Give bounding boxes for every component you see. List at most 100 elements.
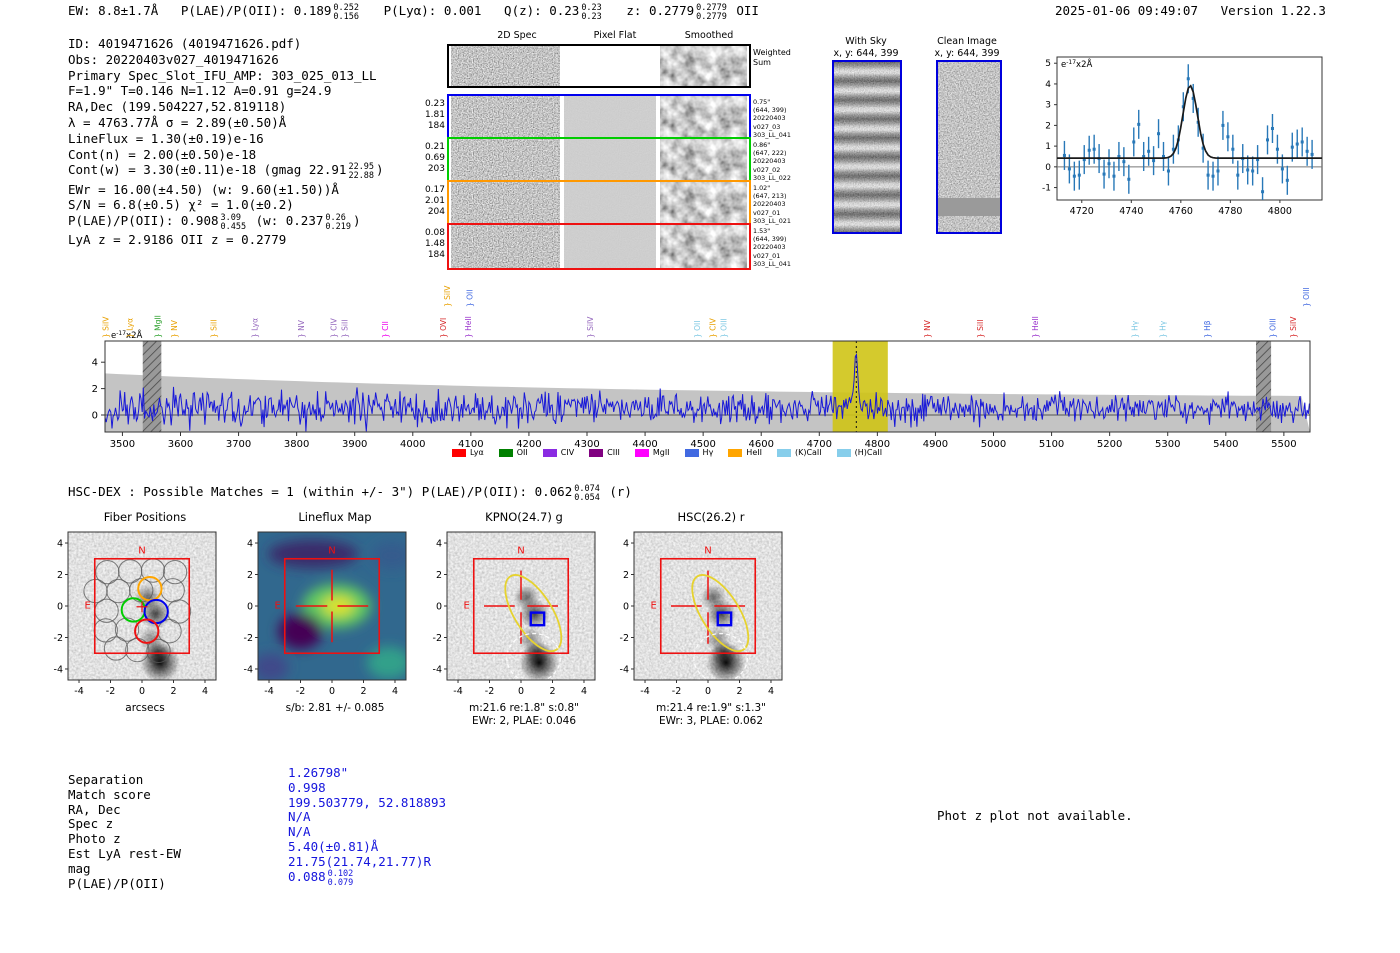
cutout-panel-hsc: HSC(26.2) r N E -4 -4 -2 -2 0 0 2 2 4 4 m:21.4 re:1.9… xyxy=(596,510,806,728)
report-version: Version 1.22.3 xyxy=(1220,3,1326,18)
line-marker-label: } CIV xyxy=(330,317,339,338)
with-sky-stamp xyxy=(832,60,902,234)
spec2d-source-blob xyxy=(492,54,526,76)
svg-text:2: 2 xyxy=(549,686,555,697)
plae-poii-value: P(LAE)/P(OII): 0.189 xyxy=(180,3,332,18)
cutout-panel-lineflux: Lineflux Map N E -4 -4 -2 -2 0 0 2 2 4 4 s/b: 2.81 +/… xyxy=(220,510,430,715)
svg-text:4780: 4780 xyxy=(1218,206,1242,217)
info-obs: Obs: 20220403v027_4019471626 xyxy=(68,51,279,67)
masked-region xyxy=(1255,341,1272,432)
spec2d-row-weights: 0.21 0.69 203 xyxy=(424,142,445,174)
legend-swatch xyxy=(542,448,557,457)
match-row-value: 21.75(21.74,21.77)R xyxy=(288,853,431,869)
compass-east: E xyxy=(464,600,470,611)
svg-text:5000: 5000 xyxy=(981,439,1006,450)
svg-text:4: 4 xyxy=(1045,80,1051,90)
svg-text:4720: 4720 xyxy=(1070,206,1094,217)
match-row-value: 5.40(±0.81)Å xyxy=(288,838,379,854)
clean-masked-band xyxy=(938,198,1000,216)
spec2d-source-blob xyxy=(492,190,526,215)
info-cont-n: Cont(n) = 2.00(±0.50)e-18 xyxy=(68,146,257,162)
line-marker-label: } NV xyxy=(297,319,306,338)
legend-label: OII xyxy=(516,448,528,457)
line-marker-label: } SiII xyxy=(976,320,985,338)
svg-text:0: 0 xyxy=(518,686,524,697)
cutout-panel-fiber: Fiber Positions N E -4 -4 -2 -2 0 0 2 2 4 4 arcsecs xyxy=(30,510,240,715)
spec2d-row-weights: 0.23 1.81 184 xyxy=(424,99,445,131)
match-row-label: RA, Dec xyxy=(68,801,121,817)
clean-image-stamp xyxy=(936,60,1002,234)
spec2d-col-header: 2D Spec xyxy=(497,30,537,41)
svg-text:-2: -2 xyxy=(54,633,63,644)
svg-text:2: 2 xyxy=(623,570,629,581)
panel-caption2: EWr: 3, PLAE: 0.062 xyxy=(658,715,764,727)
spec2d-row-fiber-info: 0.75" (644, 399) 20220403 v027_03 303_LL_041 xyxy=(753,98,791,139)
summary-header: EW: 8.8±1.7Å P(LAE)/P(OII): 0.189 0.252 0.… xyxy=(68,3,759,22)
svg-text:2: 2 xyxy=(92,384,98,395)
legend-item: CIV xyxy=(542,448,575,457)
panel-caption2: EWr: 2, PLAE: 0.046 xyxy=(471,715,577,727)
svg-text:0: 0 xyxy=(436,602,442,613)
match-row-value: 0.088 0.102 0.079 xyxy=(288,868,354,888)
line-marker-label: } NV xyxy=(170,319,179,338)
legend-label: CIV xyxy=(560,448,575,457)
svg-text:5: 5 xyxy=(1045,59,1051,69)
info-slot: Primary Spec_Slot_IFU_AMP: 303_025_013_L… xyxy=(68,67,377,83)
svg-text:-4: -4 xyxy=(244,664,253,675)
spec2d-row-fiber-info: 0.86" (647, 222) 20220403 v027_02 303_LL_022 xyxy=(753,141,791,182)
spec2d-row-fiber-info: 1.02" (647, 213) 20220403 v027_01 303_LL_021 xyxy=(753,184,791,225)
svg-text:-2: -2 xyxy=(106,686,115,697)
svg-text:-4: -4 xyxy=(620,664,629,675)
match-row-value: N/A xyxy=(288,809,311,825)
line-marker-label: } SiIV xyxy=(443,285,452,307)
svg-text:4: 4 xyxy=(436,539,442,550)
match-row-label: Match score xyxy=(68,786,151,802)
svg-text:-4: -4 xyxy=(54,664,63,675)
svg-text:2: 2 xyxy=(1045,121,1051,131)
compass-east: E xyxy=(651,600,657,611)
svg-text:-4: -4 xyxy=(264,686,273,697)
report-datetime: 2025-01-06 09:49:07 xyxy=(1055,3,1198,18)
compass-north: N xyxy=(704,545,711,556)
svg-text:5200: 5200 xyxy=(1097,439,1122,450)
hsc-dex-text: HSC-DEX : Possible Matches = 1 (within +… xyxy=(68,484,573,499)
full-spectrum-chart: 3500 3600 3700 3800 3900 4000 4100 4200 4300 4400… xyxy=(0,268,1340,458)
line-marker-label: } MgII xyxy=(154,315,163,338)
info-sn-chi2: S/N = 6.8(±0.5) χ² = 1.0(±0.2) xyxy=(68,197,294,213)
line-marker-label: } SiIV xyxy=(101,316,110,338)
z-classification: OII xyxy=(736,3,759,18)
svg-text:-2: -2 xyxy=(620,633,629,644)
kpno-plot: N E -4 -4 -2 -2 0 0 2 2 4 4 xyxy=(433,531,596,697)
detection-highlight-band xyxy=(832,341,888,432)
svg-text:0: 0 xyxy=(623,602,629,613)
smoothed-image xyxy=(660,139,747,182)
line-fit-svg: -1 0 1 2 3 4 5 4720 4740 4760 4780 4800 e-17x2Å xyxy=(1042,56,1323,217)
info-lineflux: LineFlux = 1.30(±0.19)e-16 xyxy=(68,130,264,146)
line-fit-chart: -1 0 1 2 3 4 5 4720 4740 4760 4780 4800 e-17x2Å xyxy=(1035,45,1335,247)
svg-text:5500: 5500 xyxy=(1271,439,1296,450)
info-radec: RA,Dec (199.504227,52.819118) xyxy=(68,99,287,115)
spec2d-source-blob xyxy=(492,233,526,258)
svg-text:2: 2 xyxy=(247,570,253,581)
qz-value: Q(z): 0.23 xyxy=(504,3,580,18)
legend-label: Hγ xyxy=(702,448,714,457)
legend-swatch xyxy=(684,448,699,457)
svg-text:0: 0 xyxy=(705,686,711,697)
line-marker-label: } Hγ xyxy=(1131,320,1140,338)
svg-text:3800: 3800 xyxy=(284,439,309,450)
smoothed-source-blob xyxy=(690,188,730,217)
compass-north: N xyxy=(517,545,524,556)
spec2d-image xyxy=(451,96,560,139)
spec2d-row-fiber-info: 1.53" (644, 399) 20220403 v027_01 303_LL_041 xyxy=(753,227,791,268)
svg-text:4: 4 xyxy=(202,686,208,697)
svg-text:3700: 3700 xyxy=(226,439,251,450)
info-ewr: EWr = 16.00(±4.50) (w: 9.60(±1.50))Å xyxy=(68,181,339,197)
spec2d-row-weights: 0.08 1.48 184 xyxy=(424,228,445,260)
line-marker-label: } HeII xyxy=(464,316,473,338)
match-row-label: mag xyxy=(68,860,91,876)
plae-errors: 3.09 0.455 xyxy=(220,212,247,233)
legend-item: CIII xyxy=(589,448,620,457)
match-row-value: 1.26798" xyxy=(288,765,349,780)
panel-caption: m:21.6 re:1.8" s:0.8" xyxy=(469,702,579,714)
svg-text:4900: 4900 xyxy=(923,439,948,450)
